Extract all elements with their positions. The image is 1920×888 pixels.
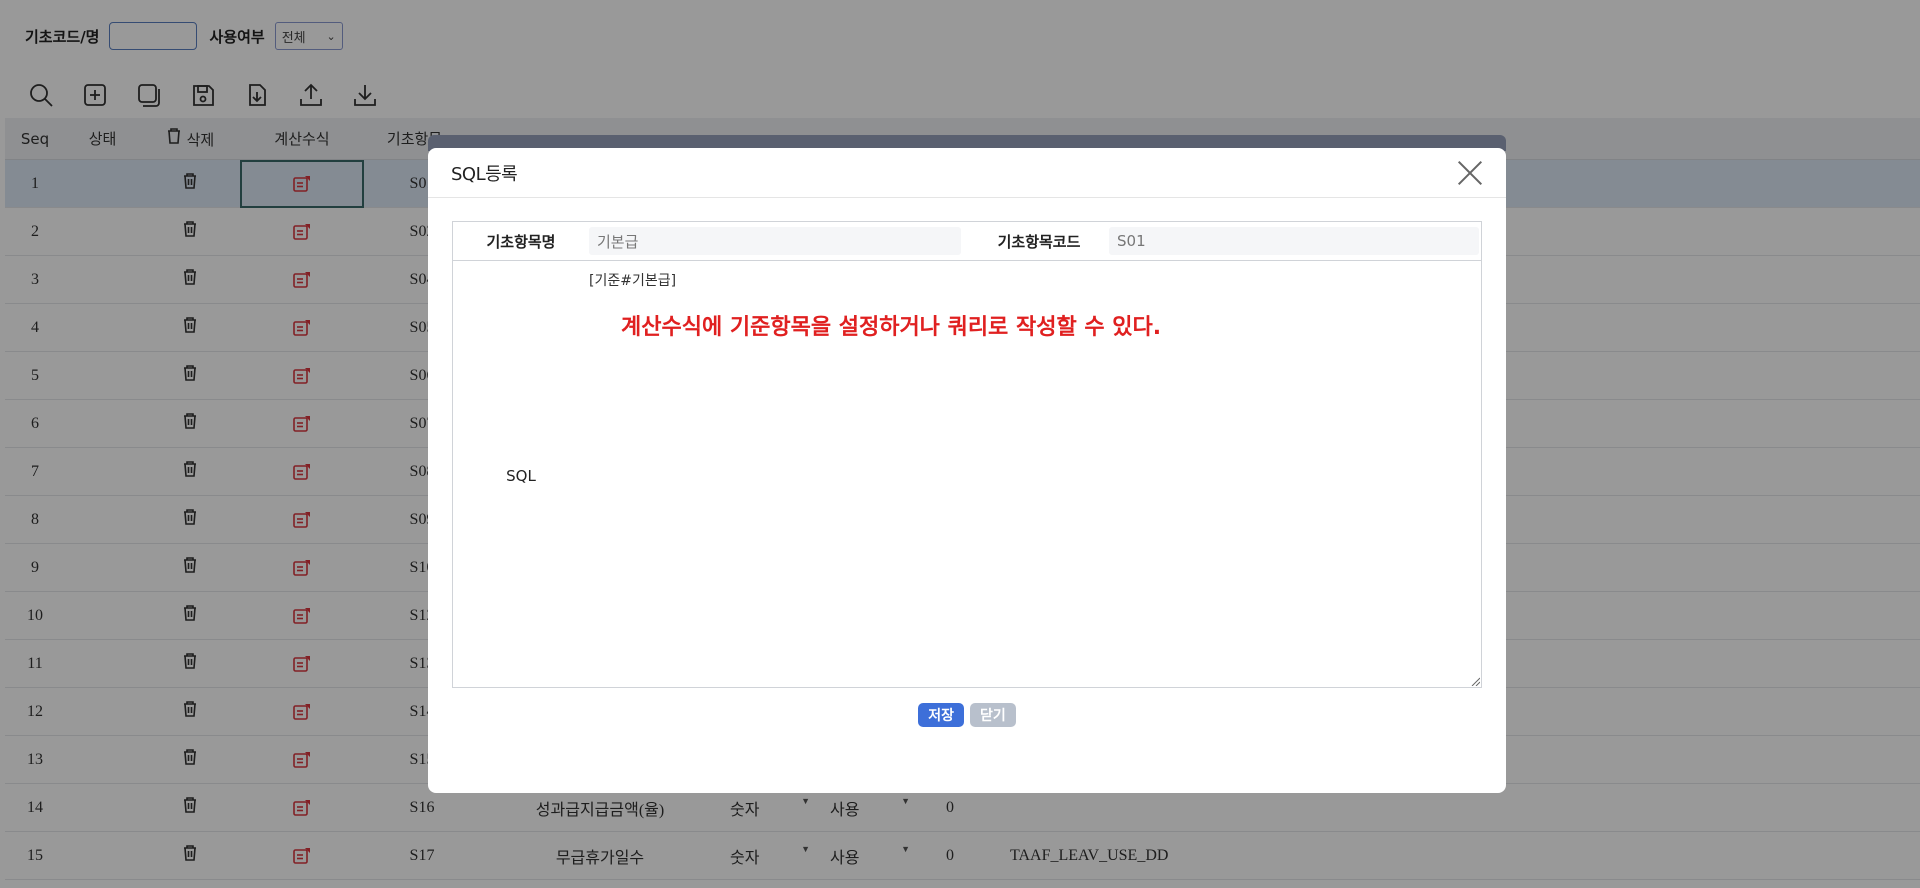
close-button[interactable]: 닫기 [970, 703, 1016, 727]
modal-button-row: 저장 닫기 [428, 703, 1506, 727]
save-button[interactable]: 저장 [918, 703, 964, 727]
close-icon[interactable] [1457, 160, 1483, 186]
item-name-field[interactable]: 기본급 [589, 227, 961, 255]
item-code-field[interactable]: S01 [1109, 227, 1479, 255]
item-name-label: 기초항목명 [486, 232, 556, 251]
modal-header: SQL등록 [428, 148, 1506, 198]
sql-label: SQL [506, 466, 536, 485]
modal-title: SQL등록 [451, 163, 518, 185]
item-code-label: 기초항목코드 [997, 232, 1081, 251]
form-row-item: 기초항목명 기본급 기초항목코드 S01 [453, 222, 1481, 261]
sql-textarea[interactable]: [기준#기본급] 계산수식에 기준항목을 설정하거나 쿼리로 작성할 수 있다. [589, 262, 1482, 688]
sql-form: 기초항목명 기본급 기초항목코드 S01 SQL [기준#기본급] 계산수식에 … [452, 221, 1482, 688]
sql-register-modal: SQL등록 기초항목명 기본급 기초항목코드 S01 SQL [기준#기본급] … [428, 148, 1506, 793]
resize-grip-icon[interactable] [1470, 676, 1480, 686]
sql-text: [기준#기본급] [589, 273, 677, 289]
annotation-text: 계산수식에 기준항목을 설정하거나 쿼리로 작성할 수 있다. [621, 315, 1162, 340]
